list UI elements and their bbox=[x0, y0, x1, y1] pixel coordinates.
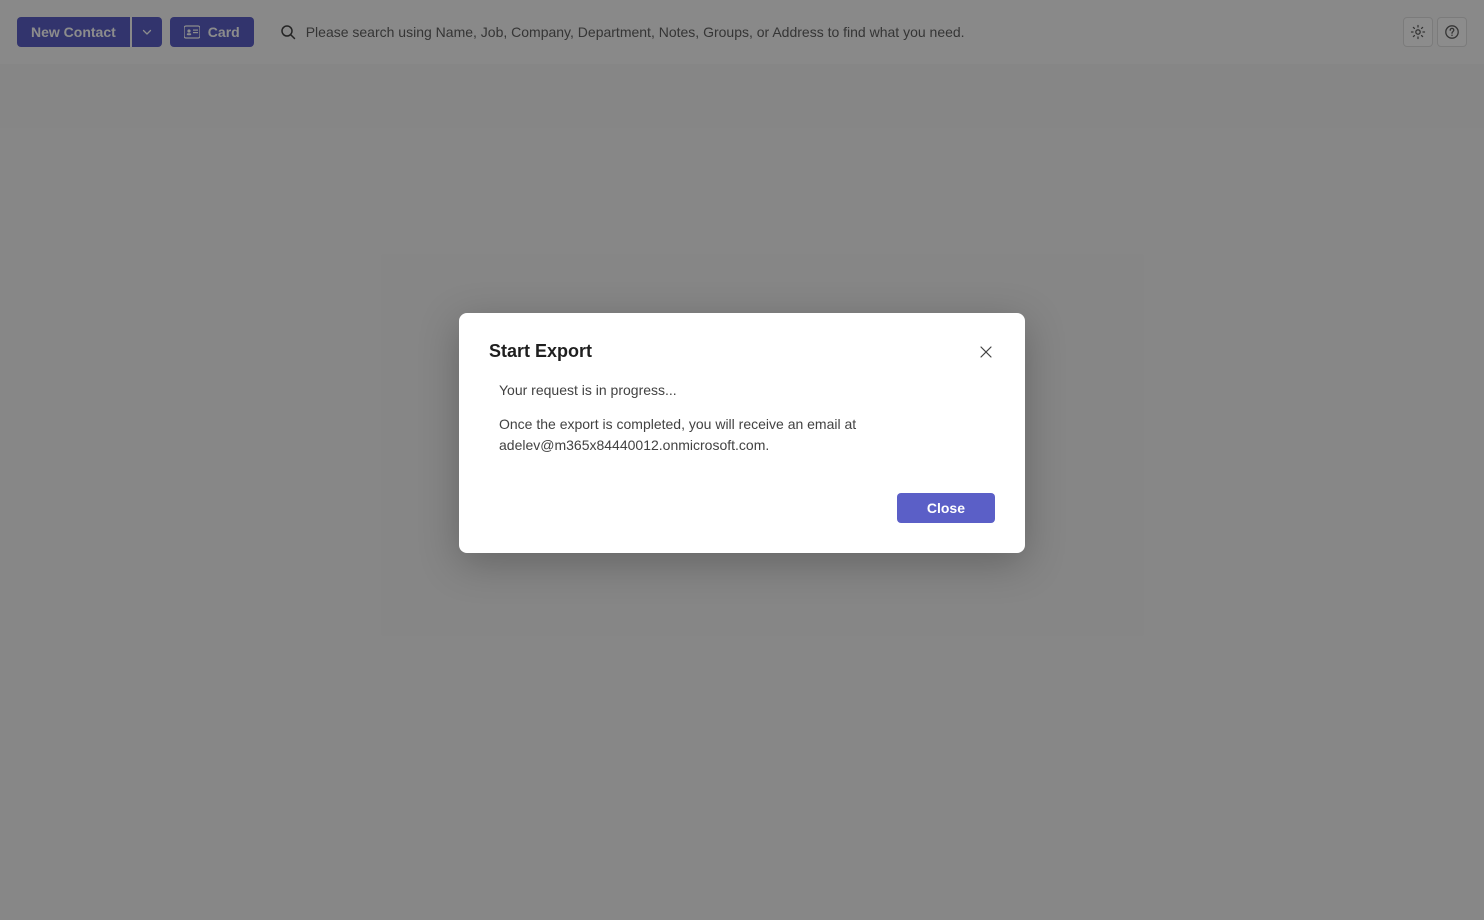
dialog-body: Your request is in progress... Once the … bbox=[489, 380, 995, 455]
dialog-progress-text: Your request is in progress... bbox=[499, 380, 995, 400]
modal-overlay: Start Export Your request is in progress… bbox=[0, 0, 1484, 920]
close-button[interactable]: Close bbox=[897, 493, 995, 523]
dialog-title: Start Export bbox=[489, 341, 592, 362]
export-dialog: Start Export Your request is in progress… bbox=[459, 313, 1025, 553]
dialog-footer: Close bbox=[489, 493, 995, 523]
dialog-header: Start Export bbox=[489, 341, 995, 362]
dialog-close-button[interactable] bbox=[977, 343, 995, 361]
dialog-completion-text: Once the export is completed, you will r… bbox=[499, 414, 995, 455]
close-button-label: Close bbox=[927, 500, 965, 516]
close-icon bbox=[979, 345, 993, 359]
